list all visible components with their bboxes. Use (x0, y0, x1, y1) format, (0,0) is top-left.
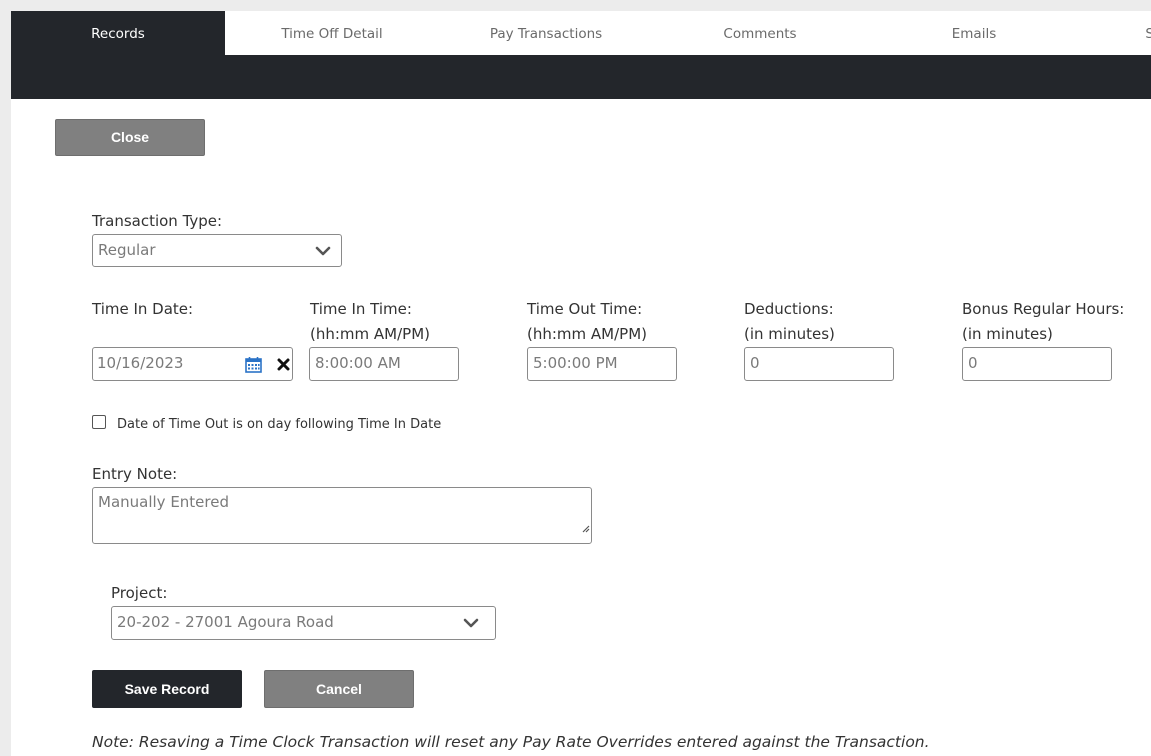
transaction-type-select[interactable]: Regular (92, 234, 342, 267)
time-out-time-label: Time Out Time: (527, 300, 643, 318)
deductions-unit: (in minutes) (744, 325, 835, 343)
tab-pay-transactions[interactable]: Pay Transactions (439, 11, 653, 55)
records-panel: Records Time Off Detail Pay Transactions… (11, 11, 1151, 756)
tab-bar: Records Time Off Detail Pay Transactions… (11, 11, 1151, 55)
entry-note-textarea[interactable]: Manually Entered (92, 487, 592, 544)
tab-comments[interactable]: Comments (653, 11, 867, 55)
tab-records[interactable]: Records (11, 11, 225, 55)
tab-emails[interactable]: Emails (867, 11, 1081, 55)
bonus-regular-hours-input[interactable]: 0 (962, 347, 1112, 381)
resize-handle-icon[interactable] (580, 514, 590, 542)
clear-date-icon[interactable] (277, 348, 290, 380)
tab-submit-time[interactable]: Submit Time (1081, 11, 1151, 55)
next-day-checkbox[interactable] (92, 415, 106, 429)
save-record-button[interactable]: Save Record (92, 670, 242, 708)
bonus-regular-hours-label: Bonus Regular Hours: (962, 300, 1125, 318)
time-out-time-input[interactable]: 5:00:00 PM (527, 347, 677, 381)
project-value: 20-202 - 27001 Agoura Road (117, 613, 334, 631)
time-out-time-format: (hh:mm AM/PM) (527, 325, 648, 343)
time-in-date-value: 10/16/2023 (97, 354, 184, 372)
tab-time-off-detail[interactable]: Time Off Detail (225, 11, 439, 55)
resave-note: Note: Resaving a Time Clock Transaction … (92, 733, 930, 751)
entry-note-label: Entry Note: (92, 465, 178, 483)
tab-header-strip (11, 55, 1151, 99)
time-in-time-label: Time In Time: (310, 300, 412, 318)
time-in-time-input[interactable]: 8:00:00 AM (309, 347, 459, 381)
transaction-type-value: Regular (98, 241, 156, 259)
cancel-button[interactable]: Cancel (264, 670, 414, 708)
next-day-checkbox-label: Date of Time Out is on day following Tim… (117, 417, 442, 432)
calendar-icon[interactable] (245, 348, 262, 380)
time-in-date-input[interactable]: 10/16/2023 (92, 347, 293, 381)
time-in-date-label: Time In Date: (92, 300, 194, 318)
transaction-type-label: Transaction Type: (92, 212, 223, 230)
chevron-down-icon (459, 607, 483, 639)
project-select[interactable]: 20-202 - 27001 Agoura Road (111, 606, 496, 640)
bonus-regular-hours-unit: (in minutes) (962, 325, 1053, 343)
time-in-time-format: (hh:mm AM/PM) (310, 325, 431, 343)
project-label: Project: (111, 584, 168, 602)
chevron-down-icon (311, 235, 335, 266)
close-button[interactable]: Close (55, 119, 205, 156)
deductions-label: Deductions: (744, 300, 834, 318)
entry-note-value: Manually Entered (98, 493, 230, 511)
deductions-input[interactable]: 0 (744, 347, 894, 381)
